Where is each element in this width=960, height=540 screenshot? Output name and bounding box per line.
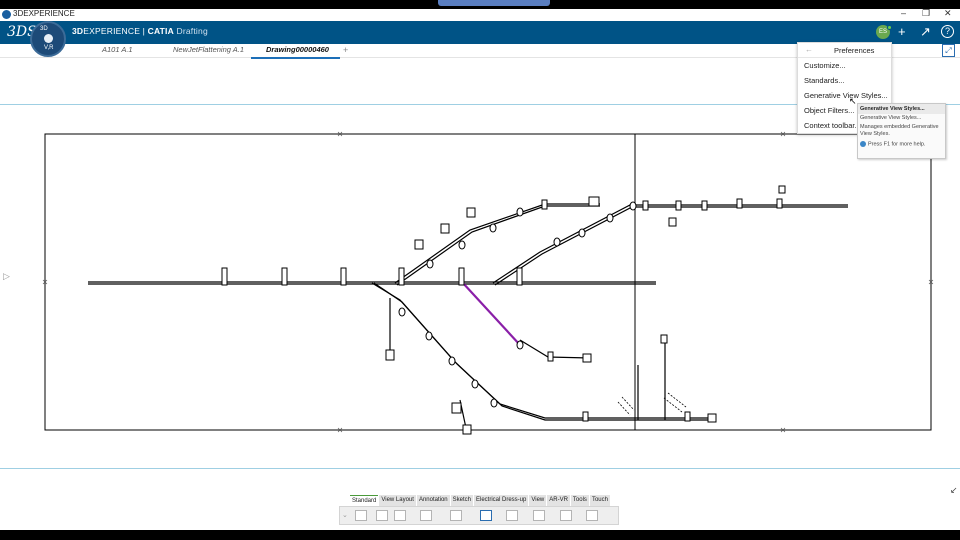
action-bar-tools: ⌄ [339,506,619,525]
expand-icon[interactable]: ⌄ [342,511,348,519]
mouse-cursor-icon: ↖ [849,96,857,106]
cut-icon[interactable] [355,510,367,521]
tab-annotation[interactable]: Annotation [416,495,450,506]
tab-electrical-dress-up[interactable]: Electrical Dress-up [473,495,529,506]
harness-wires[interactable] [88,203,848,429]
tooltip-help: Press F1 for more help. [858,140,945,148]
snap-icon[interactable] [533,510,545,521]
update-icon[interactable] [450,510,462,521]
compass-icon[interactable]: 3D V,R [30,21,66,57]
copy-icon[interactable] [376,510,388,521]
action-bar-tabs: Standard View Layout Annotation Sketch E… [350,495,611,506]
tooltip-help-text: Press F1 for more help. [868,141,926,148]
compass-center [44,34,53,43]
tooltip-command: Generative View Styles... [860,115,922,121]
frame-select-icon[interactable] [506,510,518,521]
tab-tools[interactable]: Tools [570,495,589,506]
resize-handle-icon[interactable]: ↙ [950,485,958,496]
tooltip: Generative View Styles... Generative Vie… [857,103,946,159]
tab-view[interactable]: View [529,495,547,506]
tab-sketch[interactable]: Sketch [450,495,473,506]
menu-item-standards[interactable]: Standards... [798,73,891,88]
menu-item-customize[interactable]: Customize... [798,58,891,73]
select-icon[interactable] [480,510,492,521]
tooltip-title: Generative View Styles... [858,104,945,114]
selected-wire[interactable] [461,281,521,346]
preferences-title: Preferences [834,46,875,55]
tooltip-description: Manages embedded Generative View Styles. [860,124,939,137]
tab-standard[interactable]: Standard [350,495,379,506]
bottom-bar [0,530,960,540]
dashed-leaders [617,392,687,416]
paste-icon[interactable] [394,510,406,521]
harness-connectors[interactable] [221,185,786,435]
back-arrow-icon[interactable]: ← [805,45,813,54]
help-bubble-icon [860,141,866,147]
tab-view-layout[interactable]: View Layout [379,495,416,506]
compass-top-label: 3D [40,26,48,32]
action-bar: Standard View Layout Annotation Sketch E… [339,495,619,529]
harness-clips[interactable] [398,201,637,408]
compass-bottom-label: V,R [44,45,54,51]
display-icon[interactable] [586,510,598,521]
undo-icon[interactable] [420,510,432,521]
preferences-header: ← Preferences [798,43,891,58]
menu-item-generative-view-styles[interactable]: Generative View Styles... [798,88,891,103]
tab-ar-vr[interactable]: AR-VR [547,495,570,506]
measure-icon[interactable] [560,510,572,521]
tab-touch[interactable]: Touch [589,495,610,506]
